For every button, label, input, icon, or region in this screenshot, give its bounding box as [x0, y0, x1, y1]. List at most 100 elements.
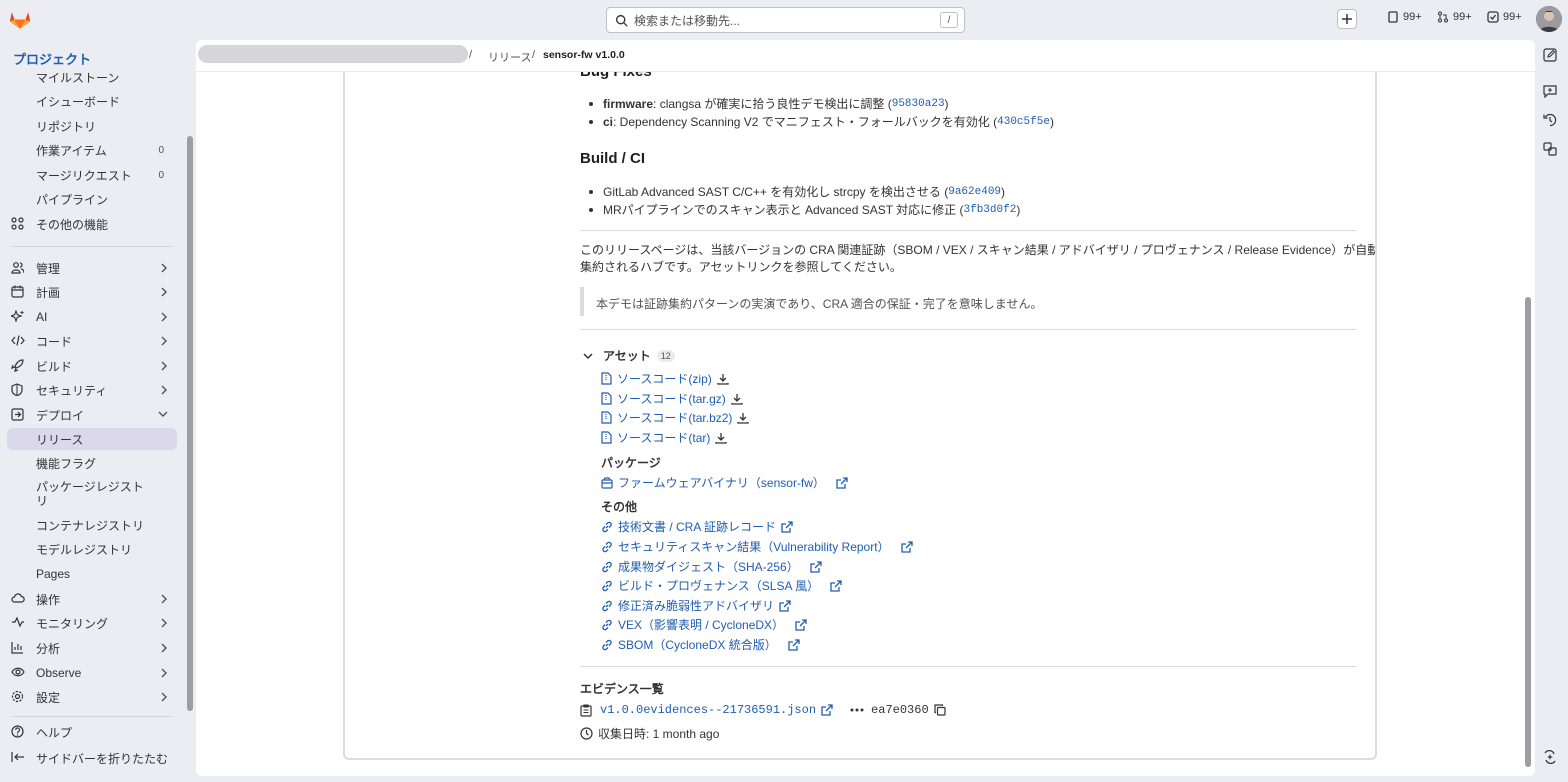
- external-link-icon: [830, 579, 842, 592]
- user-avatar[interactable]: [1536, 6, 1562, 32]
- copy-icon[interactable]: [934, 704, 946, 716]
- sidebar-item-repository[interactable]: リポジトリ: [0, 115, 184, 137]
- link-icon: [601, 639, 613, 651]
- count-badge: 0: [158, 144, 164, 156]
- file-zip-icon: [601, 372, 612, 385]
- todo-icon: [1487, 11, 1499, 23]
- sidebar-item-model-registry[interactable]: モデルレジストリ: [0, 538, 184, 560]
- commit-link[interactable]: 95830a23: [892, 98, 945, 110]
- source-targz-link[interactable]: ソースコード(tar.gz): [601, 390, 743, 407]
- release-paragraph-line2: 集約されるハブです。アセットリンクを参照してください。: [580, 260, 902, 274]
- comment-icon[interactable]: [1543, 84, 1557, 98]
- duo-chat-icon[interactable]: [1543, 750, 1557, 764]
- commit-link[interactable]: 430c5f5e: [997, 116, 1050, 128]
- sidebar-scrollbar[interactable]: [187, 136, 193, 711]
- todos-counter[interactable]: 99+: [1487, 11, 1522, 23]
- left-sidebar: プロジェクト マイルストーン イシューボード リポジトリ 作業アイテム 0 マージ…: [0, 40, 196, 782]
- sidebar-divider: [12, 246, 172, 247]
- external-link-icon: [795, 618, 807, 631]
- sidebar-group-operate[interactable]: 操作: [0, 588, 184, 610]
- sidebar-group-observe[interactable]: Observe: [0, 662, 184, 684]
- link-icon: [601, 619, 613, 631]
- sidebar-item-releases[interactable]: リリース: [7, 428, 177, 450]
- evidence-collected: 収集日時: 1 month ago: [598, 727, 720, 741]
- other-link[interactable]: VEX（影響表明 / CycloneDX）: [601, 616, 807, 633]
- sidebar-item-container-registry[interactable]: コンテナレジストリ: [0, 514, 184, 536]
- monitor-icon: [11, 616, 25, 628]
- other-link[interactable]: 技術文書 / CRA 証跡レコード: [601, 518, 793, 535]
- sidebar-item-work-items[interactable]: 作業アイテム 0: [0, 139, 184, 161]
- link-icon: [601, 580, 613, 592]
- list-item: ci: Dependency Scanning V2 でマニフェスト・フォールバ…: [589, 113, 1054, 130]
- chevron-right-icon: [160, 643, 168, 653]
- external-link-icon: [900, 540, 913, 553]
- download-icon: [715, 432, 728, 444]
- issues-counter[interactable]: 99+: [1387, 11, 1422, 23]
- sidebar-group-deploy[interactable]: デプロイ: [0, 404, 184, 426]
- search-input[interactable]: 検索または移動先... /: [606, 7, 965, 33]
- ellipsis-icon[interactable]: [850, 708, 864, 712]
- other-link[interactable]: SBOM（CycloneDX 統合版）: [601, 636, 800, 653]
- merge-requests-counter[interactable]: 99+: [1437, 11, 1472, 23]
- code-icon: [11, 334, 25, 347]
- chevron-right-icon: [160, 287, 168, 297]
- sidebar-item-pipelines[interactable]: パイプライン: [0, 188, 184, 210]
- assets-toggle[interactable]: アセット 12: [583, 347, 675, 364]
- chevron-down-icon: [158, 410, 168, 418]
- calendar-icon: [11, 285, 24, 298]
- other-link[interactable]: 修正済み脆弱性アドバイザリ: [601, 597, 791, 614]
- sidebar-item-milestones[interactable]: マイルストーン: [0, 66, 184, 88]
- sidebar-group-monitor[interactable]: モニタリング: [0, 612, 184, 634]
- compare-icon[interactable]: [1543, 142, 1557, 156]
- history-icon[interactable]: [1543, 113, 1557, 127]
- release-paragraph-line1: このリリースページは、当該バージョンの CRA 関連証跡（SBOM / VEX …: [580, 243, 1377, 257]
- edit-icon[interactable]: [1543, 48, 1557, 62]
- list-item: GitLab Advanced SAST C/C++ を有効化し strcpy …: [589, 183, 1005, 200]
- link-icon: [601, 600, 613, 612]
- sidebar-item-more-features[interactable]: その他の機能: [0, 213, 184, 235]
- sidebar-help[interactable]: ヘルプ: [0, 721, 184, 743]
- sidebar-group-plan[interactable]: 計画: [0, 281, 184, 303]
- sidebar-group-manage[interactable]: 管理: [0, 257, 184, 279]
- download-icon: [737, 412, 750, 424]
- other-link[interactable]: 成果物ダイジェスト（SHA-256）: [601, 558, 822, 575]
- build-ci-heading: Build / CI: [580, 150, 645, 167]
- main-content: Bug Fixes firmware: clangsa が確実に拾う良性デモ検出…: [196, 40, 1535, 776]
- sidebar-group-security[interactable]: セキュリティ: [0, 379, 184, 401]
- external-link-icon[interactable]: [821, 704, 833, 716]
- sidebar-group-build[interactable]: ビルド: [0, 355, 184, 377]
- main-scrollbar[interactable]: [1525, 297, 1531, 767]
- list-item: MRパイプラインでのスキャン表示と Advanced SAST 対応に修正 (3…: [589, 201, 1020, 218]
- sidebar-item-package-registry[interactable]: パッケージレジストリ: [0, 478, 184, 512]
- source-zip-link[interactable]: ソースコード(zip): [601, 370, 729, 387]
- divider: [580, 329, 1357, 330]
- issues-icon: [1387, 11, 1399, 23]
- other-link[interactable]: セキュリティスキャン結果（Vulnerability Report）: [601, 538, 913, 555]
- list-item: firmware: clangsa が確実に拾う良性デモ検出に調整 (95830…: [589, 95, 949, 112]
- commit-link[interactable]: 3fb3d0f2: [964, 204, 1017, 216]
- source-tar-link[interactable]: ソースコード(tar): [601, 429, 728, 446]
- sidebar-group-code[interactable]: コード: [0, 330, 184, 352]
- evidence-row: v1.0.0evidences--21736591.json ea7e0360: [580, 703, 946, 717]
- gitlab-logo-icon[interactable]: [9, 9, 31, 30]
- sidebar-item-feature-flags[interactable]: 機能フラグ: [0, 452, 184, 474]
- chevron-right-icon: [160, 618, 168, 628]
- create-new-button[interactable]: [1337, 9, 1357, 29]
- ai-sparkle-icon: [11, 310, 25, 323]
- link-icon: [601, 541, 613, 553]
- sidebar-collapse-button[interactable]: サイドバーを折りたたむ: [0, 747, 184, 769]
- commit-link[interactable]: 9a62e409: [948, 186, 1001, 198]
- sidebar-item-pages[interactable]: Pages: [0, 563, 184, 585]
- sidebar-item-merge-requests[interactable]: マージリクエスト 0: [0, 164, 184, 186]
- evidence-file-link[interactable]: v1.0.0evidences--21736591.json: [600, 703, 816, 717]
- package-link[interactable]: ファームウェアバイナリ（sensor-fw）: [601, 474, 848, 491]
- breadcrumb-releases-link[interactable]: リリース: [488, 49, 531, 65]
- other-link[interactable]: ビルド・プロヴェナンス（SLSA 風）: [601, 577, 842, 594]
- blockquote-bar: [580, 287, 584, 316]
- sidebar-group-analyze[interactable]: 分析: [0, 637, 184, 659]
- sidebar-group-settings[interactable]: 設定: [0, 686, 184, 708]
- chart-icon: [11, 641, 24, 654]
- source-tarbz2-link[interactable]: ソースコード(tar.bz2): [601, 409, 750, 426]
- sidebar-group-ai[interactable]: AI: [0, 306, 184, 328]
- sidebar-item-issue-boards[interactable]: イシューボード: [0, 90, 184, 112]
